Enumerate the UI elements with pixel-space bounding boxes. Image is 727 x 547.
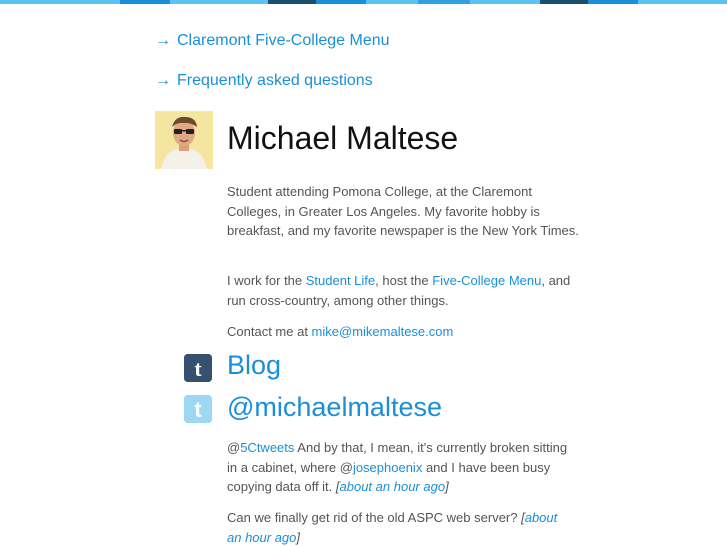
five-college-menu-link[interactable]: Five-College Menu — [432, 273, 541, 288]
twitter-title-link[interactable]: @michaelmaltese — [227, 392, 442, 423]
arrow-right-icon: → — [155, 72, 171, 89]
email-link[interactable]: mike@mikemaltese.com — [312, 324, 454, 339]
profile-bio: Student attending Pomona College, at the… — [227, 182, 587, 241]
work-middle: , host the — [375, 273, 433, 288]
tweet-2: Can we finally get rid of the old ASPC w… — [227, 508, 572, 547]
timestamp-close: ] — [445, 479, 449, 494]
work-prefix: I work for the — [227, 273, 306, 288]
work-paragraph: I work for the Student Life, host the Fi… — [227, 271, 587, 310]
top-color-bar — [0, 0, 727, 4]
avatar — [155, 111, 213, 169]
timestamp-close: ] — [296, 529, 301, 545]
blog-title-link[interactable]: Blog — [227, 350, 281, 381]
contact-prefix: Contact me at — [227, 324, 312, 339]
contact-paragraph: Contact me at mike@mikemaltese.com — [227, 322, 587, 342]
profile-name: Michael Maltese — [227, 120, 459, 156]
twitter-icon[interactable]: t — [184, 395, 212, 423]
mention-josephoenix-link[interactable]: josephoenix — [353, 460, 422, 475]
student-life-link[interactable]: Student Life — [306, 273, 375, 288]
tweet-at: @ — [227, 440, 241, 455]
svg-text:t: t — [194, 397, 202, 422]
faq-link[interactable]: → Frequently asked questions — [155, 72, 373, 90]
tweet-1: @5Ctweets And by that, I mean, it's curr… — [227, 438, 572, 497]
arrow-right-icon: → — [155, 32, 171, 49]
faq-link-label: Frequently asked questions — [177, 72, 373, 89]
tweet-timestamp-link[interactable]: about an hour ago — [340, 479, 446, 494]
menu-link[interactable]: → Claremont Five-College Menu — [155, 32, 390, 50]
user-photo-icon — [155, 111, 213, 169]
tumblr-icon[interactable]: t — [184, 354, 212, 382]
svg-text:t: t — [194, 356, 202, 381]
bio-text: Student attending Pomona College, at the… — [227, 184, 579, 238]
tweet-text: Can we finally get rid of the old ASPC w… — [227, 510, 522, 525]
menu-link-label: Claremont Five-College Menu — [177, 32, 390, 49]
mention-5ctweets-link[interactable]: 5Ctweets — [240, 440, 294, 455]
